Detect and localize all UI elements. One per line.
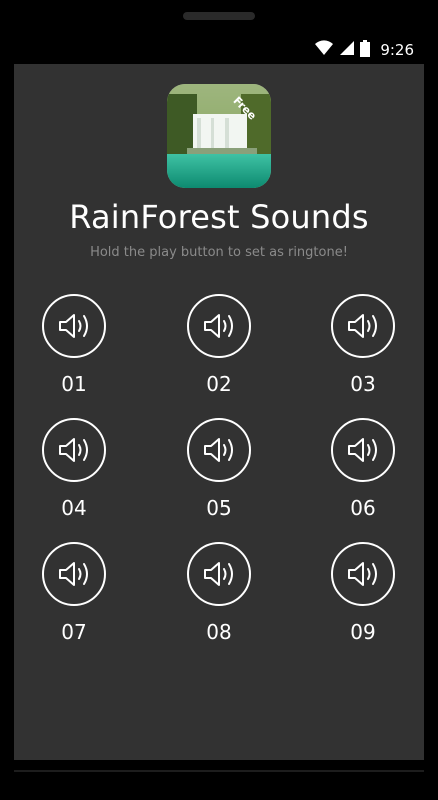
speaker-circle[interactable] [187,294,251,358]
sound-label: 06 [350,496,376,520]
speaker-icon [348,562,377,586]
wifi-icon [314,40,334,60]
earpiece-speaker [183,12,255,20]
screen: 9:26 Free RainForest Sounds Hold the pla… [14,36,424,760]
sound-label: 01 [61,372,87,396]
sound-label: 07 [61,620,87,644]
phone-frame: 9:26 Free RainForest Sounds Hold the pla… [0,0,438,800]
sound-button-01[interactable]: 01 [42,294,106,396]
sound-button-05[interactable]: 05 [187,418,251,520]
app-subtitle: Hold the play button to set as ringtone! [90,245,348,260]
speaker-circle[interactable] [42,294,106,358]
speaker-icon [59,314,88,338]
phone-bottom-bezel [0,760,438,800]
speaker-circle[interactable] [187,418,251,482]
speaker-circle[interactable] [42,542,106,606]
app-content: Free RainForest Sounds Hold the play but… [14,64,424,760]
sound-button-07[interactable]: 07 [42,542,106,644]
speaker-icon [204,562,233,586]
sound-label: 03 [350,372,376,396]
app-logo: Free [167,84,271,188]
status-bar: 9:26 [14,36,424,64]
app-title: RainForest Sounds [69,198,369,236]
sound-button-04[interactable]: 04 [42,418,106,520]
sound-button-09[interactable]: 09 [331,542,395,644]
status-icons: 9:26 [314,36,414,64]
signal-icon [340,40,355,60]
sound-label: 09 [350,620,376,644]
bezel-divider [14,770,424,772]
speaker-icon [59,562,88,586]
battery-icon [360,39,371,61]
sound-button-02[interactable]: 02 [187,294,251,396]
sound-label: 08 [206,620,232,644]
sound-label: 04 [61,496,87,520]
speaker-icon [348,314,377,338]
speaker-circle[interactable] [42,418,106,482]
sound-label: 05 [206,496,232,520]
sound-label: 02 [206,372,232,396]
speaker-circle[interactable] [331,418,395,482]
status-time: 9:26 [380,41,414,59]
speaker-icon [204,314,233,338]
sound-button-06[interactable]: 06 [331,418,395,520]
speaker-icon [204,438,233,462]
speaker-circle[interactable] [331,542,395,606]
speaker-circle[interactable] [331,294,395,358]
sound-button-08[interactable]: 08 [187,542,251,644]
speaker-icon [59,438,88,462]
sound-button-03[interactable]: 03 [331,294,395,396]
speaker-icon [348,438,377,462]
speaker-circle[interactable] [187,542,251,606]
